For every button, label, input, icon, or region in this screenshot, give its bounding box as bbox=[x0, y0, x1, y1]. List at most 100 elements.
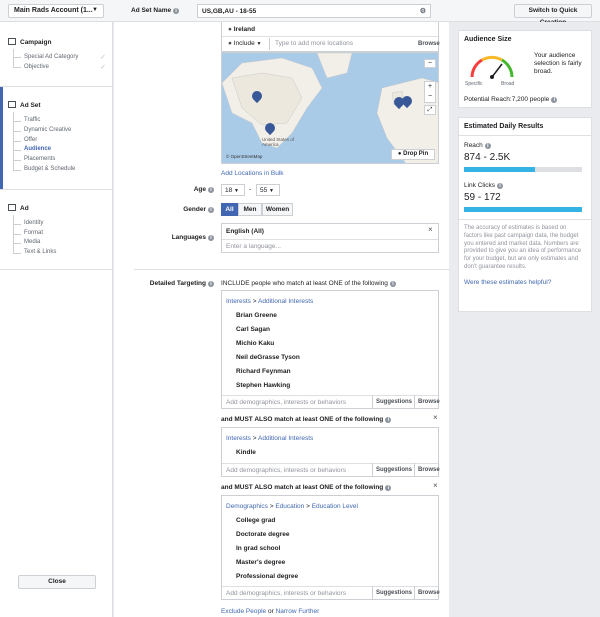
divider bbox=[269, 38, 270, 50]
info-icon: i bbox=[385, 485, 392, 491]
path-additional-interests[interactable]: Additional Interests bbox=[258, 298, 313, 305]
sidebar-ad-header[interactable]: Ad bbox=[8, 204, 29, 212]
include-text: INCLUDE people who match at least ONE of… bbox=[221, 280, 396, 287]
gender-all-button[interactable]: All bbox=[221, 203, 238, 216]
exclude-people-link[interactable]: Exclude People bbox=[221, 608, 266, 615]
languages-label: Languages i bbox=[159, 234, 214, 241]
check-icon: ✓ bbox=[100, 64, 106, 71]
path-demographics[interactable]: Demographics bbox=[226, 503, 268, 510]
path-additional-interests[interactable]: Additional Interests bbox=[258, 435, 313, 442]
quick-creation-button[interactable]: Switch to Quick Creation bbox=[514, 4, 592, 26]
sidebar-item-offer[interactable]: Offer bbox=[24, 137, 37, 143]
targeting-item: Richard Feynman bbox=[236, 368, 291, 375]
info-icon: i bbox=[173, 8, 180, 14]
info-icon: i bbox=[208, 235, 214, 241]
daily-results-card: Estimated Daily Results Reach i 874 - 2.5… bbox=[458, 117, 592, 312]
map-pin-icon: ● bbox=[228, 40, 232, 47]
info-icon: i bbox=[389, 281, 396, 287]
path-education-level[interactable]: Education Level bbox=[312, 503, 358, 510]
location-map[interactable]: United States of America − + − ⤢ ● Drop … bbox=[221, 52, 439, 164]
age-max-select[interactable]: 55 ▼ bbox=[256, 184, 280, 196]
sidebar-item-identity[interactable]: Identity bbox=[24, 220, 43, 226]
divider bbox=[414, 586, 415, 600]
gauge-specific-label: Specific bbox=[465, 81, 483, 87]
divider bbox=[459, 219, 591, 220]
close-icon[interactable]: × bbox=[428, 225, 433, 234]
location-input[interactable]: Type to add more locations bbox=[275, 40, 353, 47]
account-selector[interactable]: Main Rads Account (1... ▼ bbox=[8, 4, 104, 18]
divider bbox=[372, 586, 373, 600]
path-education[interactable]: Education bbox=[275, 503, 304, 510]
drop-pin-button[interactable]: ● Drop Pin bbox=[391, 149, 435, 160]
gear-icon[interactable]: ⚙ bbox=[420, 7, 426, 15]
sidebar-item-budget-schedule[interactable]: Budget & Schedule bbox=[24, 166, 75, 172]
targeting-item: Brian Greene bbox=[236, 312, 277, 319]
gender-men-button[interactable]: Men bbox=[238, 203, 262, 216]
close-button[interactable]: Close bbox=[18, 575, 96, 589]
sidebar-item-dynamic-creative[interactable]: Dynamic Creative bbox=[24, 127, 71, 133]
sidebar-item-media[interactable]: Media bbox=[24, 239, 40, 245]
sidebar-item-traffic[interactable]: Traffic bbox=[24, 117, 40, 123]
zoom-controls: + − bbox=[424, 81, 436, 103]
suggestions-button[interactable]: Suggestions bbox=[376, 467, 412, 473]
minimize-icon[interactable]: − bbox=[424, 59, 436, 68]
sidebar-campaign-header[interactable]: Campaign bbox=[8, 38, 51, 46]
age-min-select[interactable]: 18 ▼ bbox=[221, 184, 245, 196]
gender-label: Gender i bbox=[169, 206, 214, 213]
zoom-in-icon[interactable]: + bbox=[425, 82, 435, 92]
sidebar-adset-header[interactable]: Ad Set bbox=[8, 101, 41, 109]
targeting-input-1[interactable]: Add demographics, interests or behaviors bbox=[226, 399, 346, 406]
path-separator: > bbox=[269, 503, 274, 510]
divider bbox=[414, 463, 415, 477]
targeting-item: Michio Kaku bbox=[236, 340, 275, 347]
targeting-input-2[interactable]: Add demographics, interests or behaviors bbox=[226, 467, 346, 474]
reach-bar bbox=[464, 167, 582, 172]
sidebar-item-format[interactable]: Format bbox=[24, 230, 43, 236]
divider bbox=[0, 86, 113, 87]
chevron-down-icon: ▼ bbox=[234, 188, 239, 194]
drop-pin-label: Drop Pin bbox=[403, 151, 429, 157]
divider bbox=[414, 395, 415, 409]
browse-button[interactable]: Browse bbox=[418, 590, 440, 596]
close-icon[interactable]: × bbox=[433, 481, 438, 490]
browse-button[interactable]: Browse bbox=[418, 467, 440, 473]
divider bbox=[222, 463, 438, 464]
sidebar-item-placements[interactable]: Placements bbox=[24, 156, 55, 162]
targeting-input-3[interactable]: Add demographics, interests or behaviors bbox=[226, 590, 346, 597]
sidebar-item-audience[interactable]: Audience bbox=[24, 146, 51, 152]
location-country: ● Ireland bbox=[228, 26, 255, 33]
add-locations-bulk-link[interactable]: Add Locations in Bulk bbox=[221, 170, 284, 177]
fullscreen-icon[interactable]: ⤢ bbox=[424, 105, 436, 115]
gender-women-button[interactable]: Women bbox=[262, 203, 293, 216]
adset-name-label: Ad Set Name i bbox=[131, 7, 180, 14]
divider bbox=[372, 463, 373, 477]
browse-button[interactable]: Browse bbox=[418, 399, 440, 405]
link-clicks-bar-fill bbox=[464, 207, 582, 212]
location-browse-button[interactable]: Browse bbox=[418, 41, 440, 47]
gauge-broad-label: Broad bbox=[501, 81, 515, 87]
tree-tick bbox=[13, 224, 21, 225]
tree-tick bbox=[13, 234, 21, 235]
targeting-item: Carl Sagan bbox=[236, 326, 270, 333]
estimates-helpful-link[interactable]: Were these estimates helpful? bbox=[464, 279, 551, 286]
chevron-down-icon: ▼ bbox=[256, 41, 262, 47]
sidebar-item-special-ad-category[interactable]: Special Ad Category bbox=[24, 54, 78, 60]
suggestions-button[interactable]: Suggestions bbox=[376, 399, 412, 405]
adset-name-input[interactable]: US,GB,AU - 18-55 ⚙ bbox=[197, 4, 431, 18]
suggestions-button[interactable]: Suggestions bbox=[376, 590, 412, 596]
sidebar-item-objective[interactable]: Objective bbox=[24, 64, 49, 70]
sidebar: Campaign Special Ad Category ✓ Objective… bbox=[0, 22, 113, 617]
close-icon[interactable]: × bbox=[433, 413, 438, 422]
zoom-out-icon[interactable]: − bbox=[425, 92, 435, 102]
sidebar-item-text-links[interactable]: Text & Links bbox=[24, 249, 56, 255]
narrow-further-link[interactable]: Narrow Further bbox=[276, 608, 320, 615]
reach-value: 874 - 2.5K bbox=[464, 152, 511, 163]
language-input[interactable]: Enter a language... bbox=[226, 243, 281, 250]
path-interests[interactable]: Interests bbox=[226, 435, 251, 442]
include-selector[interactable]: ● Include ▼ bbox=[228, 40, 261, 47]
path-interests[interactable]: Interests bbox=[226, 298, 251, 305]
or-text: or bbox=[267, 608, 274, 615]
adset-name-label-text: Ad Set Name bbox=[131, 7, 172, 14]
account-name: Main Rads Account (1... bbox=[14, 7, 93, 14]
targeting-item: Professional degree bbox=[236, 573, 299, 580]
